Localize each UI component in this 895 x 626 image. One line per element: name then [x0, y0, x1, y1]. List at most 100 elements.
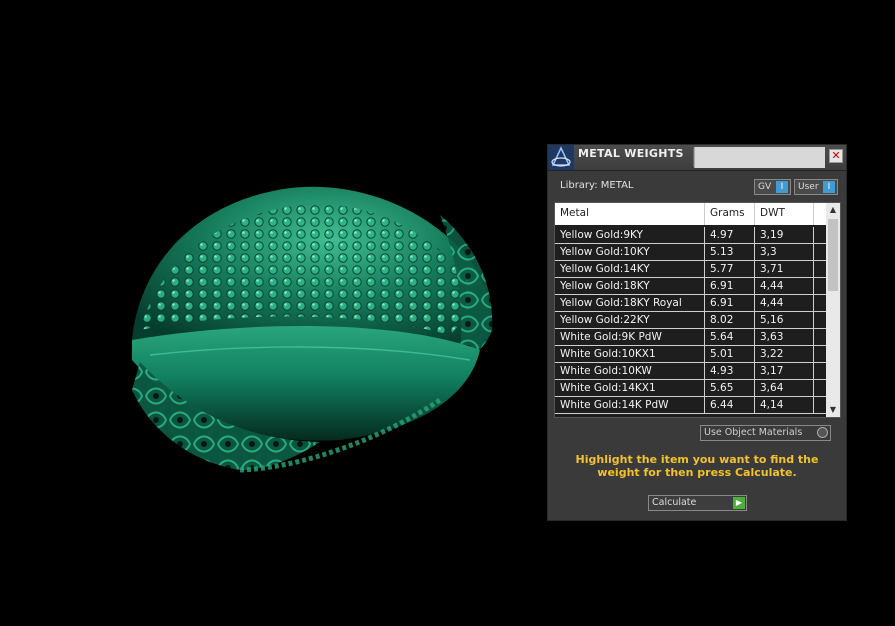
cell-dwt: 4,44: [760, 297, 784, 309]
cell-grams: 4.93: [710, 365, 734, 377]
cell-grams: 5.77: [710, 263, 734, 275]
table-row[interactable]: Yellow Gold:14KY 5.77 3,71: [555, 261, 826, 278]
cell-divider: [704, 380, 705, 396]
cell-divider: [704, 397, 705, 413]
cell-metal: Yellow Gold:18KY Royal: [560, 297, 682, 309]
cell-divider: [754, 397, 755, 413]
panel-titlebar[interactable]: METAL WEIGHTS ✕: [548, 145, 846, 171]
user-toggle-knob: I: [823, 181, 835, 193]
cell-divider: [704, 295, 705, 311]
column-divider: [754, 203, 755, 225]
cell-grams: 5.64: [710, 331, 734, 343]
cell-grams: 6.91: [710, 280, 734, 292]
cell-dwt: 3,17: [760, 365, 784, 377]
cell-divider: [813, 278, 814, 294]
cell-metal: Yellow Gold:9KY: [560, 229, 643, 241]
table-row[interactable]: White Gold:9K PdW 5.64 3,63: [555, 329, 826, 346]
cell-grams: 4.97: [710, 229, 734, 241]
cell-divider: [754, 261, 755, 277]
cell-grams: 8.02: [710, 314, 734, 326]
metal-table[interactable]: Metal Grams DWT Yellow Gold:9KY 4.97 3,19 Y…: [554, 202, 841, 418]
cell-grams: 6.91: [710, 297, 734, 309]
cell-divider: [754, 363, 755, 379]
table-row[interactable]: White Gold:14KX1 5.65 3,64: [555, 380, 826, 397]
cell-divider: [813, 346, 814, 362]
panel-title: METAL WEIGHTS: [578, 147, 684, 160]
cell-metal: Yellow Gold:14KY: [560, 263, 650, 275]
instruction-text: Highlight the item you want to find the …: [575, 453, 819, 479]
cell-divider: [813, 227, 814, 243]
cell-divider: [754, 295, 755, 311]
cell-divider: [754, 244, 755, 260]
cell-divider: [704, 312, 705, 328]
cell-divider: [813, 363, 814, 379]
column-header-dwt[interactable]: DWT: [760, 207, 785, 219]
table-row[interactable]: Yellow Gold:9KY 4.97 3,19: [555, 227, 826, 244]
cell-grams: 5.01: [710, 348, 734, 360]
table-row[interactable]: White Gold:14K PdW 6.44 4,14: [555, 397, 826, 414]
play-arrow-icon: ▶: [733, 497, 745, 509]
cell-dwt: 3,64: [760, 382, 784, 394]
cell-divider: [704, 346, 705, 362]
column-divider: [813, 203, 814, 225]
radio-icon[interactable]: [817, 427, 828, 438]
cell-metal: White Gold:14KX1: [560, 382, 656, 394]
cell-divider: [754, 346, 755, 362]
cell-metal: Yellow Gold:22KY: [560, 314, 650, 326]
cell-divider: [704, 244, 705, 260]
column-divider: [704, 203, 705, 225]
calculate-button[interactable]: Calculate ▶: [648, 495, 747, 511]
cell-divider: [813, 397, 814, 413]
table-row[interactable]: Yellow Gold:22KY 8.02 5,16: [555, 312, 826, 329]
cell-metal: White Gold:9K PdW: [560, 331, 662, 343]
gv-toggle[interactable]: GV I: [754, 179, 791, 195]
3d-viewport[interactable]: [0, 0, 540, 626]
cell-dwt: 3,63: [760, 331, 784, 343]
use-object-materials-option[interactable]: Use Object Materials: [700, 425, 831, 441]
calculate-label: Calculate: [652, 497, 697, 508]
scroll-up-icon[interactable]: ▲: [826, 203, 840, 217]
cell-metal: White Gold:10KX1: [560, 348, 656, 360]
cell-metal: White Gold:14K PdW: [560, 399, 669, 411]
cell-metal: Yellow Gold:10KY: [560, 246, 650, 258]
gv-toggle-knob: I: [776, 181, 788, 193]
cell-divider: [704, 261, 705, 277]
table-row[interactable]: Yellow Gold:10KY 5.13 3,3: [555, 244, 826, 261]
column-header-grams[interactable]: Grams: [710, 207, 745, 219]
gv-toggle-label: GV: [758, 182, 772, 192]
table-row[interactable]: Yellow Gold:18KY Royal 6.91 4,44: [555, 295, 826, 312]
table-row[interactable]: White Gold:10KX1 5.01 3,22: [555, 346, 826, 363]
ring-model-render: [132, 186, 493, 473]
cell-dwt: 5,16: [760, 314, 784, 326]
cell-dwt: 3,71: [760, 263, 784, 275]
close-icon[interactable]: ✕: [829, 149, 843, 163]
cell-dwt: 4,14: [760, 399, 784, 411]
cell-divider: [813, 244, 814, 260]
cell-grams: 5.13: [710, 246, 734, 258]
cell-divider: [813, 261, 814, 277]
cell-divider: [754, 312, 755, 328]
column-header-metal[interactable]: Metal: [560, 207, 589, 219]
cell-dwt: 4,44: [760, 280, 784, 292]
cell-metal: White Gold:10KW: [560, 365, 652, 377]
table-row[interactable]: Yellow Gold:18KY 6.91 4,44: [555, 278, 826, 295]
cell-divider: [813, 380, 814, 396]
scroll-thumb[interactable]: [828, 219, 838, 291]
scroll-down-icon[interactable]: ▼: [826, 403, 840, 417]
table-row[interactable]: White Gold:10KW 4.93 3,17: [555, 363, 826, 380]
cell-divider: [704, 278, 705, 294]
table-scrollbar[interactable]: ▲ ▼: [826, 203, 840, 417]
title-drag-area[interactable]: [694, 147, 825, 168]
cell-grams: 6.44: [710, 399, 734, 411]
library-label: Library: METAL: [560, 180, 634, 191]
user-toggle-label: User: [798, 182, 819, 192]
user-toggle[interactable]: User I: [794, 179, 838, 195]
cell-divider: [813, 312, 814, 328]
cell-dwt: 3,3: [760, 246, 777, 258]
cell-dwt: 3,19: [760, 229, 784, 241]
cell-dwt: 3,22: [760, 348, 784, 360]
cell-divider: [754, 329, 755, 345]
cell-divider: [704, 227, 705, 243]
cell-divider: [704, 363, 705, 379]
cell-divider: [704, 329, 705, 345]
